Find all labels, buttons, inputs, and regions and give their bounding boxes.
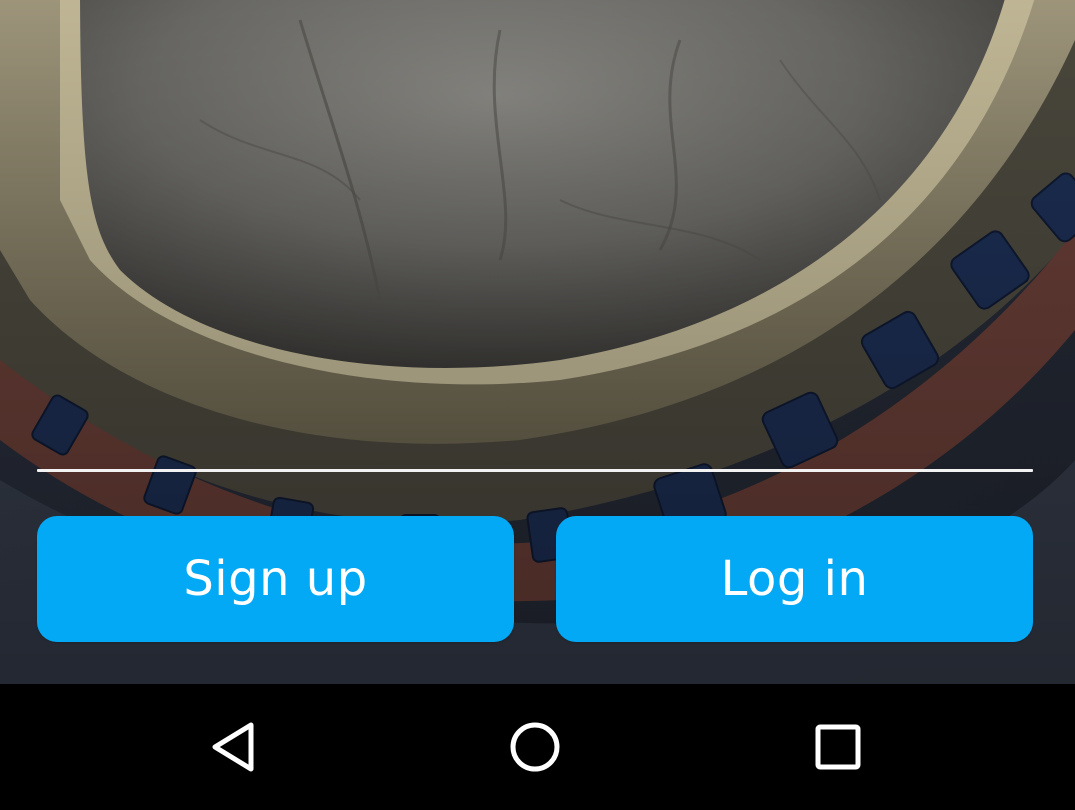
back-triangle-icon: [212, 722, 254, 772]
log-in-button[interactable]: Log in: [556, 516, 1033, 642]
app-screen: Sign up Log in: [0, 0, 1075, 810]
sign-up-button[interactable]: Sign up: [37, 516, 514, 642]
nav-recents-button[interactable]: [758, 684, 918, 810]
home-circle-icon: [510, 722, 560, 772]
nav-home-button[interactable]: [455, 684, 615, 810]
nav-back-button[interactable]: [153, 684, 313, 810]
system-navigation-bar: [0, 684, 1075, 810]
recents-square-icon: [815, 724, 861, 770]
divider-line: [37, 469, 1033, 472]
